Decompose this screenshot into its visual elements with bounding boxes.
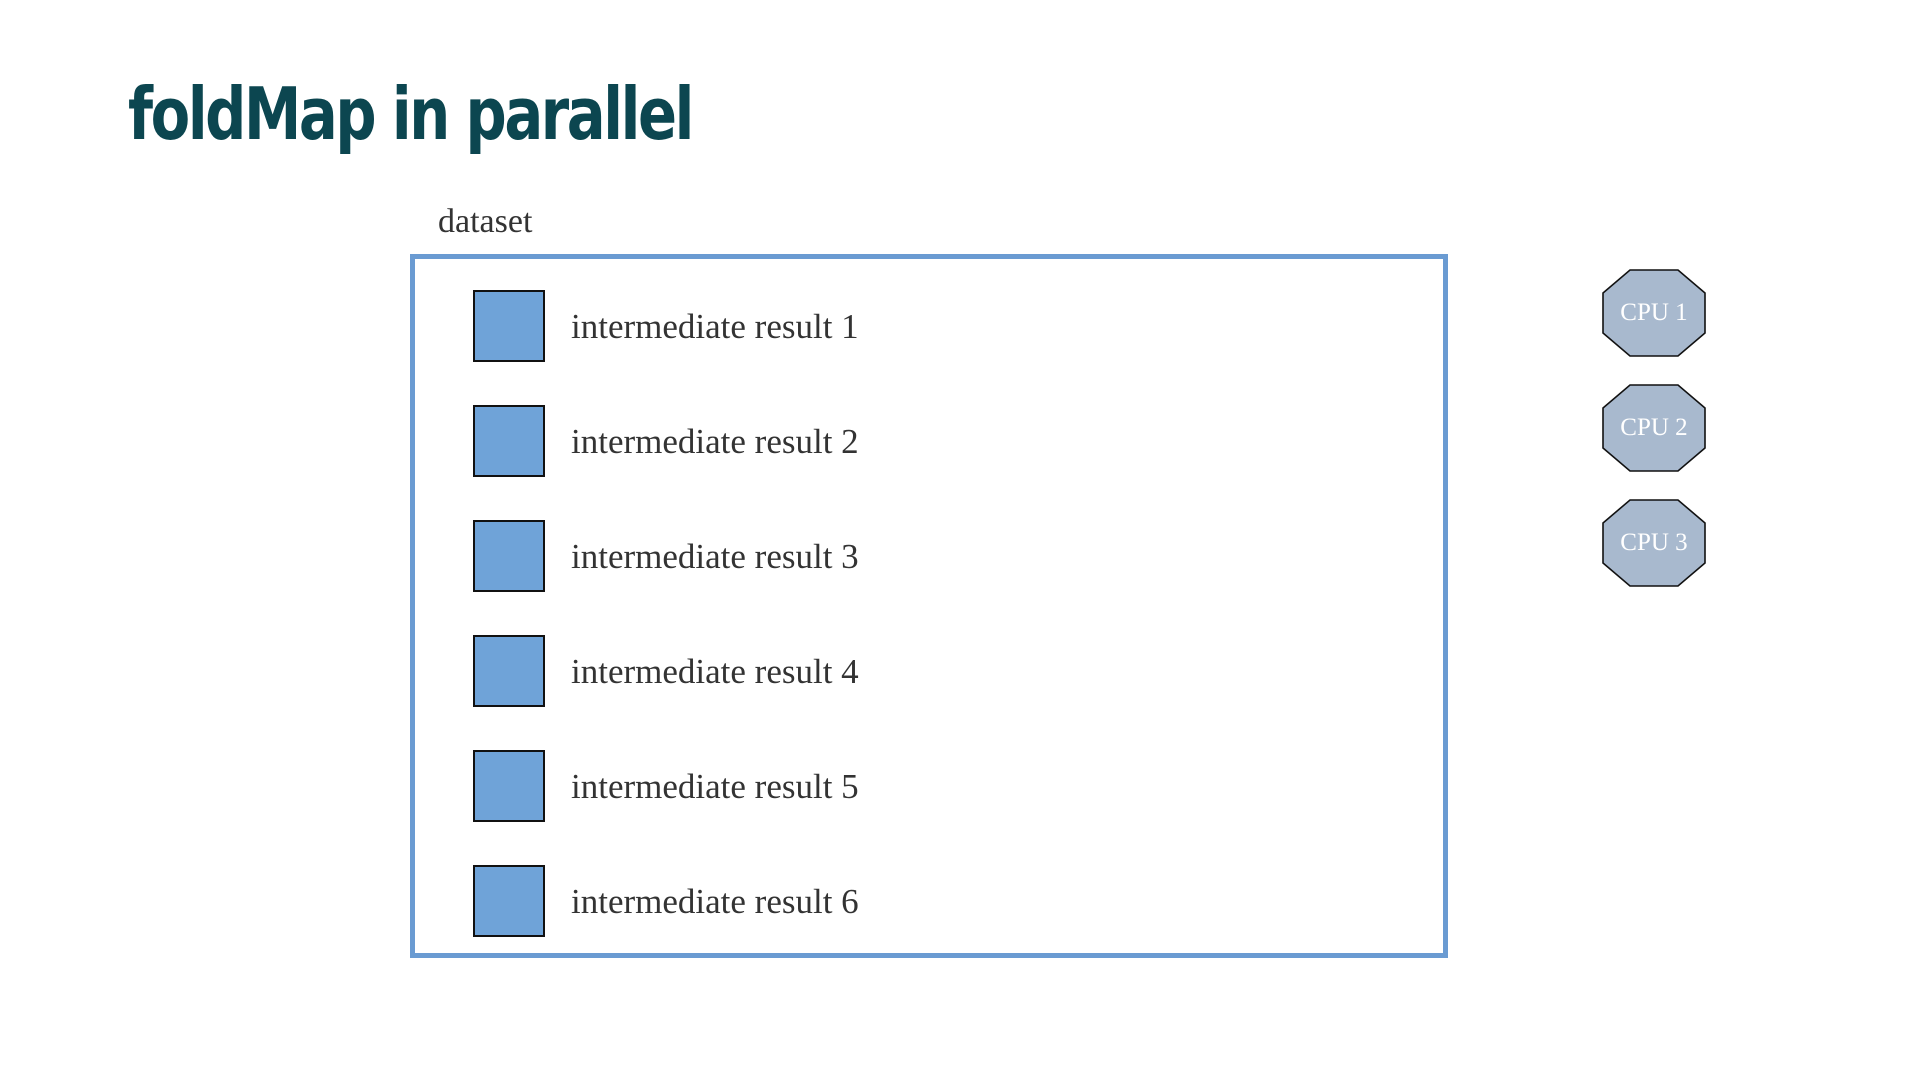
result-item-4: intermediate result 4 (473, 634, 859, 708)
result-item-2: intermediate result 2 (473, 404, 859, 478)
result-label-6: intermediate result 6 (571, 881, 859, 921)
cpu-2: CPU 2 (1602, 384, 1706, 472)
result-item-6: intermediate result 6 (473, 864, 859, 938)
result-label-3: intermediate result 3 (571, 536, 859, 576)
result-label-1: intermediate result 1 (571, 306, 859, 346)
dataset-box: intermediate result 1 intermediate resul… (410, 254, 1448, 958)
result-square-5 (473, 750, 545, 822)
result-item-1: intermediate result 1 (473, 289, 859, 363)
result-item-3: intermediate result 3 (473, 519, 859, 593)
result-square-2 (473, 405, 545, 477)
cpu-2-label: CPU 2 (1620, 414, 1688, 441)
result-square-1 (473, 290, 545, 362)
cpu-1-label: CPU 1 (1620, 299, 1688, 326)
result-square-6 (473, 865, 545, 937)
result-label-5: intermediate result 5 (571, 766, 859, 806)
cpu-3-label: CPU 3 (1620, 529, 1688, 556)
cpu-3: CPU 3 (1602, 499, 1706, 587)
result-square-3 (473, 520, 545, 592)
slide-title: foldMap in parallel (128, 72, 694, 156)
result-item-5: intermediate result 5 (473, 749, 859, 823)
cpu-1: CPU 1 (1602, 269, 1706, 357)
result-label-2: intermediate result 2 (571, 421, 859, 461)
result-label-4: intermediate result 4 (571, 651, 859, 691)
dataset-label: dataset (438, 203, 533, 240)
result-square-4 (473, 635, 545, 707)
